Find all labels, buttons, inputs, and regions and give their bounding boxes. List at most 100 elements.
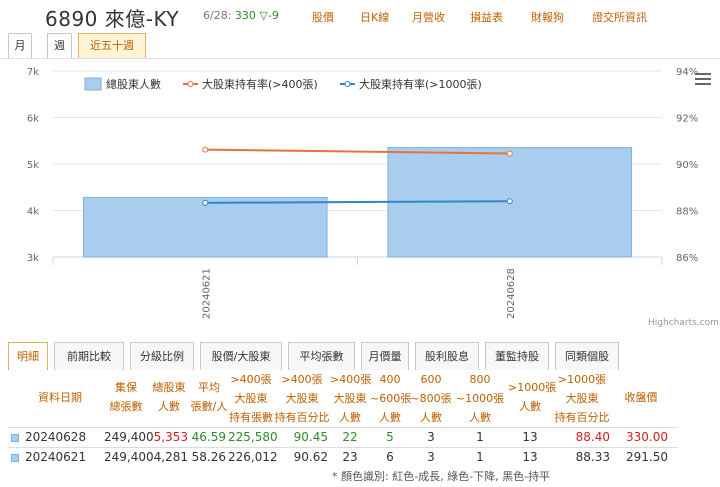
column-header-line: >400張 [281, 373, 323, 386]
legend-total-shareholders: 總股東人數 [106, 77, 161, 91]
table-cell: 13 [522, 430, 538, 444]
tab-detail[interactable]: 明細 [8, 342, 48, 370]
y-right-tick-label: 90% [676, 160, 698, 171]
table-cell: 249,400 [104, 430, 154, 444]
tab-tier-ratio[interactable]: 分級比例 [130, 342, 194, 370]
row-marker-icon [11, 434, 19, 442]
chart-credit[interactable]: Highcharts.com [648, 318, 719, 328]
tab-period-compare[interactable]: 前期比較 [54, 342, 124, 370]
column-header-line: 人數 [379, 411, 401, 424]
column-header-line: 資料日期 [38, 391, 82, 404]
holdings-table: 資料日期 集保 總張數 總股東 人數 平均 張數/人 >400張 大股東 持有張數 >400張 大股東… [8, 370, 678, 464]
tab-month[interactable]: 月 [8, 33, 32, 58]
table-cell: 46.59 [191, 430, 226, 444]
column-header: 集保 總張數 [104, 378, 148, 416]
column-header-line: >1000張 [508, 381, 557, 394]
quote-summary: 6/28: 330 ▽-9 [203, 9, 279, 22]
table-cell: 90.45 [293, 430, 328, 444]
y-right-tick-label: 92% [676, 114, 698, 125]
table-cell: 23 [342, 450, 358, 464]
legend-bar-swatch [84, 77, 102, 91]
column-header-line: 持有張數 [229, 411, 273, 424]
column-header-line: ~800張 [410, 392, 452, 405]
column-header-line: 人數 [469, 411, 491, 424]
column-header: 收盤價 [612, 388, 670, 407]
table-cell: 249,400 [104, 450, 154, 464]
quote-price: 330 [234, 9, 256, 22]
stock-title: 6890 來億-KY [45, 7, 180, 31]
tab-price-major-holders[interactable]: 股價/大股東 [200, 342, 282, 370]
table-cell: 5 [386, 430, 394, 444]
column-header-line: >400張 [230, 373, 272, 386]
quote-date: 6/28: [203, 9, 232, 22]
chart-menu-icon[interactable] [695, 73, 711, 87]
table-cell: 330.00 [626, 430, 668, 444]
y-left-tick-label: 4k [27, 207, 39, 218]
point-line-holding-over-400 [202, 146, 209, 153]
tab-directors-holdings[interactable]: 董監持股 [485, 342, 549, 370]
table-cell: 22 [342, 430, 358, 444]
tab-week[interactable]: 週 [47, 33, 72, 58]
table-cell: 90.62 [293, 450, 328, 464]
column-header-line: 平均 [198, 381, 220, 394]
tab-last-50-weeks[interactable]: 近五十週 [78, 33, 146, 58]
table-cell: 4,281 [153, 450, 188, 464]
tab-monthly-price-volume[interactable]: 月價量 [361, 342, 409, 370]
column-header-line: 集保 [115, 381, 137, 394]
legend-holding-over-400: 大股東持有率(>400張) [202, 77, 318, 91]
column-header: 平均 張數/人 [190, 378, 228, 416]
table-cell: 13 [522, 450, 538, 464]
table-cell: 6 [386, 450, 394, 464]
nav-link-income[interactable]: 損益表 [470, 9, 503, 25]
column-header-line: 收盤價 [624, 391, 658, 404]
column-header-line: 人數 [158, 400, 180, 413]
nav-link-twse[interactable]: 證交所資訊 [592, 9, 647, 25]
row-marker-icon [11, 454, 19, 462]
stock-header: 6890 來億-KY 6/28: 330 ▽-9 股價 日K線 月營收 損益表 … [0, 0, 720, 31]
tab-dividends[interactable]: 股利股息 [415, 342, 479, 370]
tab-average-lots[interactable]: 平均張數 [288, 342, 355, 370]
column-header-line: 大股東 [234, 392, 268, 405]
table-cell: 225,580 [228, 430, 278, 444]
legend-holding-over-400-swatch-marker [187, 81, 194, 87]
y-left-tick-label: 6k [27, 114, 39, 125]
x-tick-label: 20240621 [201, 268, 212, 319]
bar-total-shareholders [82, 196, 328, 258]
tab-peer-stocks[interactable]: 同類個股 [555, 342, 619, 370]
column-header-line: >1000張 [557, 373, 607, 386]
nav-link-statementdog[interactable]: 財報狗 [531, 9, 564, 25]
table-cell: 1 [476, 430, 484, 444]
column-header-line: 600 [420, 373, 442, 386]
table-cell: 20240621 [25, 450, 87, 464]
shareholder-chart: 3k 4k 5k 6k 7k 86% 88% 90% 92% 94% 20240621 2024062… [0, 58, 720, 335]
column-header-line: 大股東 [333, 392, 367, 405]
table-cell: 3 [427, 450, 435, 464]
quote-change: ▽-9 [259, 9, 279, 22]
column-header-line: >400張 [330, 373, 372, 386]
column-header-line: 總股東 [152, 381, 186, 394]
column-header: 總股東 人數 [148, 378, 190, 416]
y-right-tick-label: 86% [676, 253, 698, 264]
column-header-line: 大股東 [285, 392, 319, 405]
column-header: >1000張 大股東 持有百分比 [552, 370, 612, 427]
table-cell: 58.26 [191, 450, 226, 464]
nav-link-revenue[interactable]: 月營收 [412, 9, 445, 25]
nav-link-price[interactable]: 股價 [312, 9, 334, 25]
nav-link-kline[interactable]: 日K線 [360, 9, 389, 25]
y-left-tick-label: 7k [27, 67, 39, 78]
table-cell: 5,353 [153, 430, 188, 444]
table-row: 20240628 249,400 5,353 46.59 225,580 90.45 22 5… [8, 427, 678, 448]
point-line-holding-over-1000 [506, 198, 513, 205]
column-header-line: 人數 [339, 411, 361, 424]
table-cell: 226,012 [228, 450, 278, 464]
column-header: >400張大股東持有張數 [228, 370, 274, 427]
column-header: 800 ~1000張 人數 [452, 370, 508, 427]
legend-holding-over-1000-swatch-marker [344, 81, 351, 87]
column-header-line: 持有百分比 [274, 411, 330, 424]
column-header-line: 大股東 [565, 392, 599, 405]
table-cell: 291.50 [626, 450, 668, 464]
column-header-line: 人數 [519, 400, 541, 413]
column-header-line: 總張數 [109, 400, 143, 413]
column-header: >400張大股東持有百分比 [274, 370, 330, 427]
column-header-line: 800 [469, 373, 491, 386]
